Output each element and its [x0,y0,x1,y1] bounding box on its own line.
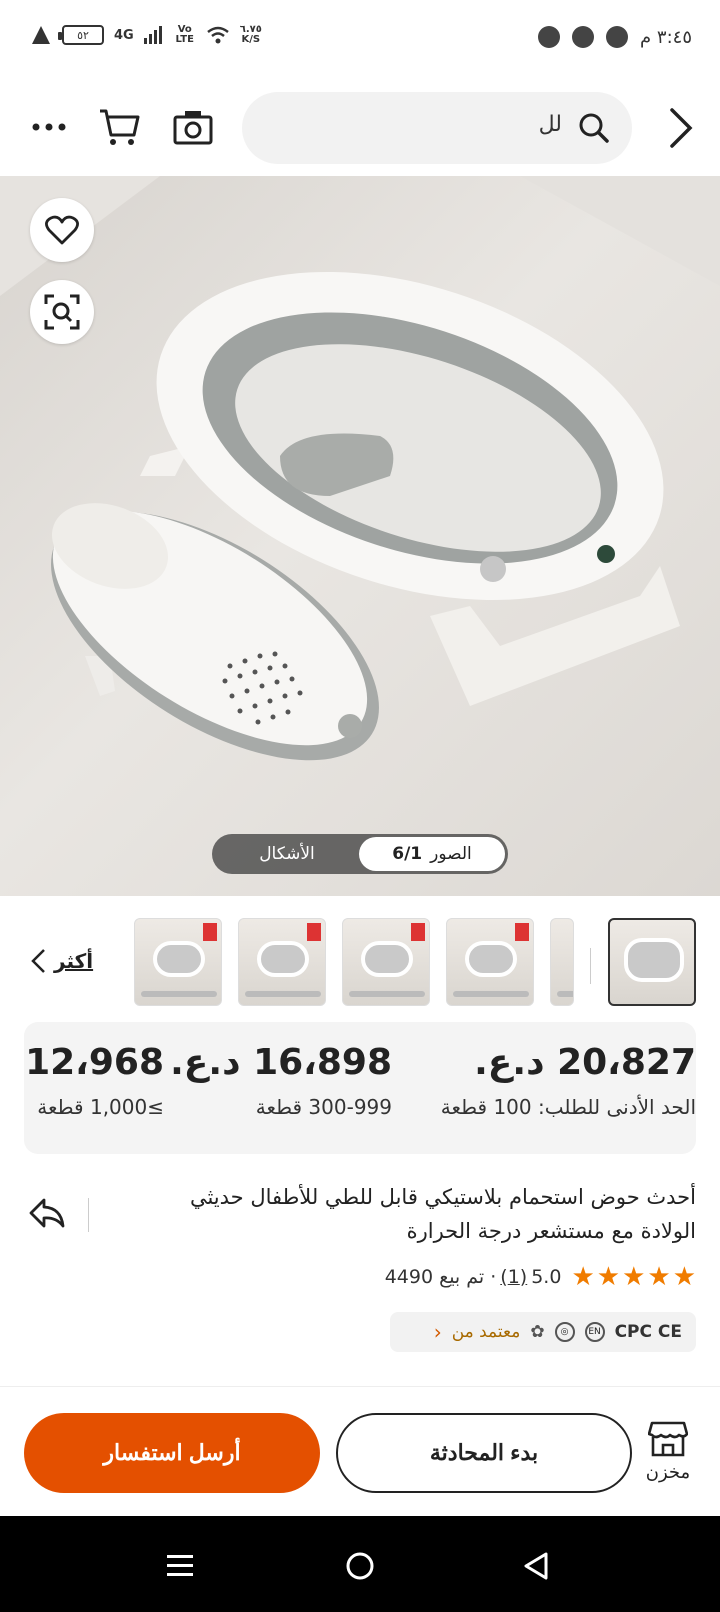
system-back-button[interactable] [516,1546,556,1586]
tab-shapes[interactable]: الأشكال [215,844,359,864]
bathtub-illustration [0,176,720,761]
price-tier-2: 16،898 د.ع. 300-999 قطعة [170,1042,392,1119]
price-value: 20،827 د.ع. [474,1042,696,1083]
favorite-button[interactable] [30,198,94,262]
store-icon [647,1421,689,1457]
camera-icon [173,111,213,145]
thumbnail-5[interactable] [446,918,534,1006]
status-left: ٥٢ 4G Vo LTE ٦.٧٥ K/S [30,24,262,46]
image-search-button[interactable] [30,280,94,344]
star-icon: ★ [571,1262,595,1292]
star-icon: ★ [596,1262,621,1292]
battery-icon: ٥٢ [58,25,104,45]
price-tiers: 20،827 د.ع. الحد الأدنى للطلب: 100 قطعة … [24,1022,696,1154]
clock: ٣:٤٥ م [640,26,692,48]
back-button[interactable] [660,106,700,150]
scan-icon [44,294,80,330]
thumbnail-strip: أكثر [0,912,720,1012]
en-cert-icon: EN [584,1322,605,1342]
network-type: 4G [114,27,134,43]
triangle-back-icon [524,1552,548,1580]
app-icon [572,26,595,48]
thumbnail-3[interactable] [238,918,326,1006]
price-quantity: 300-999 قطعة [255,1095,392,1119]
menu-icon [167,1555,193,1576]
home-button[interactable] [340,1546,380,1586]
recent-apps-button[interactable] [160,1546,200,1586]
eco-icon: ✿ [530,1322,545,1342]
review-count[interactable]: (1) [500,1266,527,1288]
thumbnail-1-selected[interactable] [608,918,696,1006]
volte-label: Vo LTE [175,24,194,45]
system-nav-bar [0,1516,720,1612]
search-input[interactable]: لل [539,112,562,137]
more-images-link[interactable]: أكثر [30,948,93,974]
search-header: لل [0,80,720,176]
search-icon [579,113,609,143]
cart-icon [100,109,140,145]
tab-photos[interactable]: الصور 6/1 [359,837,505,871]
share-icon [29,1198,65,1228]
thumbnail-4[interactable] [342,918,430,1006]
heart-icon [45,215,79,245]
rating-row[interactable]: ★ ★ ★ ★ ★ 5.0 (1) · تم بيع 4490 [385,1262,696,1292]
bottom-action-bar: مخزن بدء المحادثة أرسل استفسار [0,1386,720,1516]
price-tier-1: 20،827 د.ع. الحد الأدنى للطلب: 100 قطعة [441,1042,696,1119]
status-right: ٣:٤٥ م [538,26,692,48]
more-label: أكثر [54,949,94,973]
more-dots-icon [32,123,66,131]
send-inquiry-button[interactable]: أرسل استفسار [24,1413,320,1493]
thumbnail-divider [590,948,591,984]
product-image[interactable]: الصور 6/1 الأشكال [0,176,720,896]
cart-button[interactable] [96,104,142,150]
cert-seal-icon: ◎ [554,1322,575,1342]
rating-stars: ★ ★ ★ ★ ★ [571,1262,696,1292]
home-circle-icon [346,1552,374,1580]
camera-search-button[interactable] [170,104,216,150]
certified-by-label: معتمد من [451,1322,521,1342]
store-label: مخزن [645,1462,691,1483]
price-tier-3: 12،968 ≥1,000 قطعة [25,1042,164,1119]
star-icon: ★ [647,1262,671,1292]
product-title: أحدث حوض استحمام بلاستيكي قابل للطي للأط… [189,1185,696,1243]
certification-badge[interactable]: CPC CE EN ◎ ✿ معتمد من ‹ [390,1312,696,1352]
signal-icon [143,26,162,44]
price-value: 12،968 [25,1042,164,1083]
thumbnail-2[interactable] [134,918,222,1006]
rating-value: 5.0 [531,1266,562,1288]
sold-count: · تم بيع 4490 [384,1266,497,1288]
price-value: 16،898 د.ع. [170,1042,392,1083]
media-icon [538,26,561,48]
speed-unit: K/S [241,34,261,45]
battery-level: ٥٢ [77,28,89,42]
search-bar[interactable]: لل [242,92,632,164]
title-divider [88,1198,89,1232]
chevron-left-icon [31,949,45,973]
image-view-toggle: الصور 6/1 الأشكال [212,834,508,874]
snapchat-icon [606,26,629,48]
thumbnail-6[interactable] [550,918,574,1006]
alert-icon [32,26,50,44]
star-icon: ★ [622,1262,646,1292]
photos-counter: 6/1 [392,844,423,864]
share-button[interactable] [28,1196,68,1236]
store-button[interactable]: مخزن [640,1421,696,1483]
price-quantity: ≥1,000 قطعة [37,1095,164,1119]
start-chat-button[interactable]: بدء المحادثة [336,1413,632,1493]
price-quantity: الحد الأدنى للطلب: 100 قطعة [440,1095,696,1119]
status-bar: ٥٢ 4G Vo LTE ٦.٧٥ K/S ٣:٤٥ م [0,0,720,80]
wifi-icon [206,26,229,44]
tab-photos-label: الصور [430,844,472,864]
speed-indicator: ٦.٧٥ K/S [240,25,262,45]
chevron-left-icon: ‹ [433,1320,442,1344]
more-options-button[interactable] [26,104,72,150]
chevron-right-icon [670,108,693,148]
star-icon: ★ [672,1262,696,1292]
certification-marks: CPC CE [614,1322,682,1342]
